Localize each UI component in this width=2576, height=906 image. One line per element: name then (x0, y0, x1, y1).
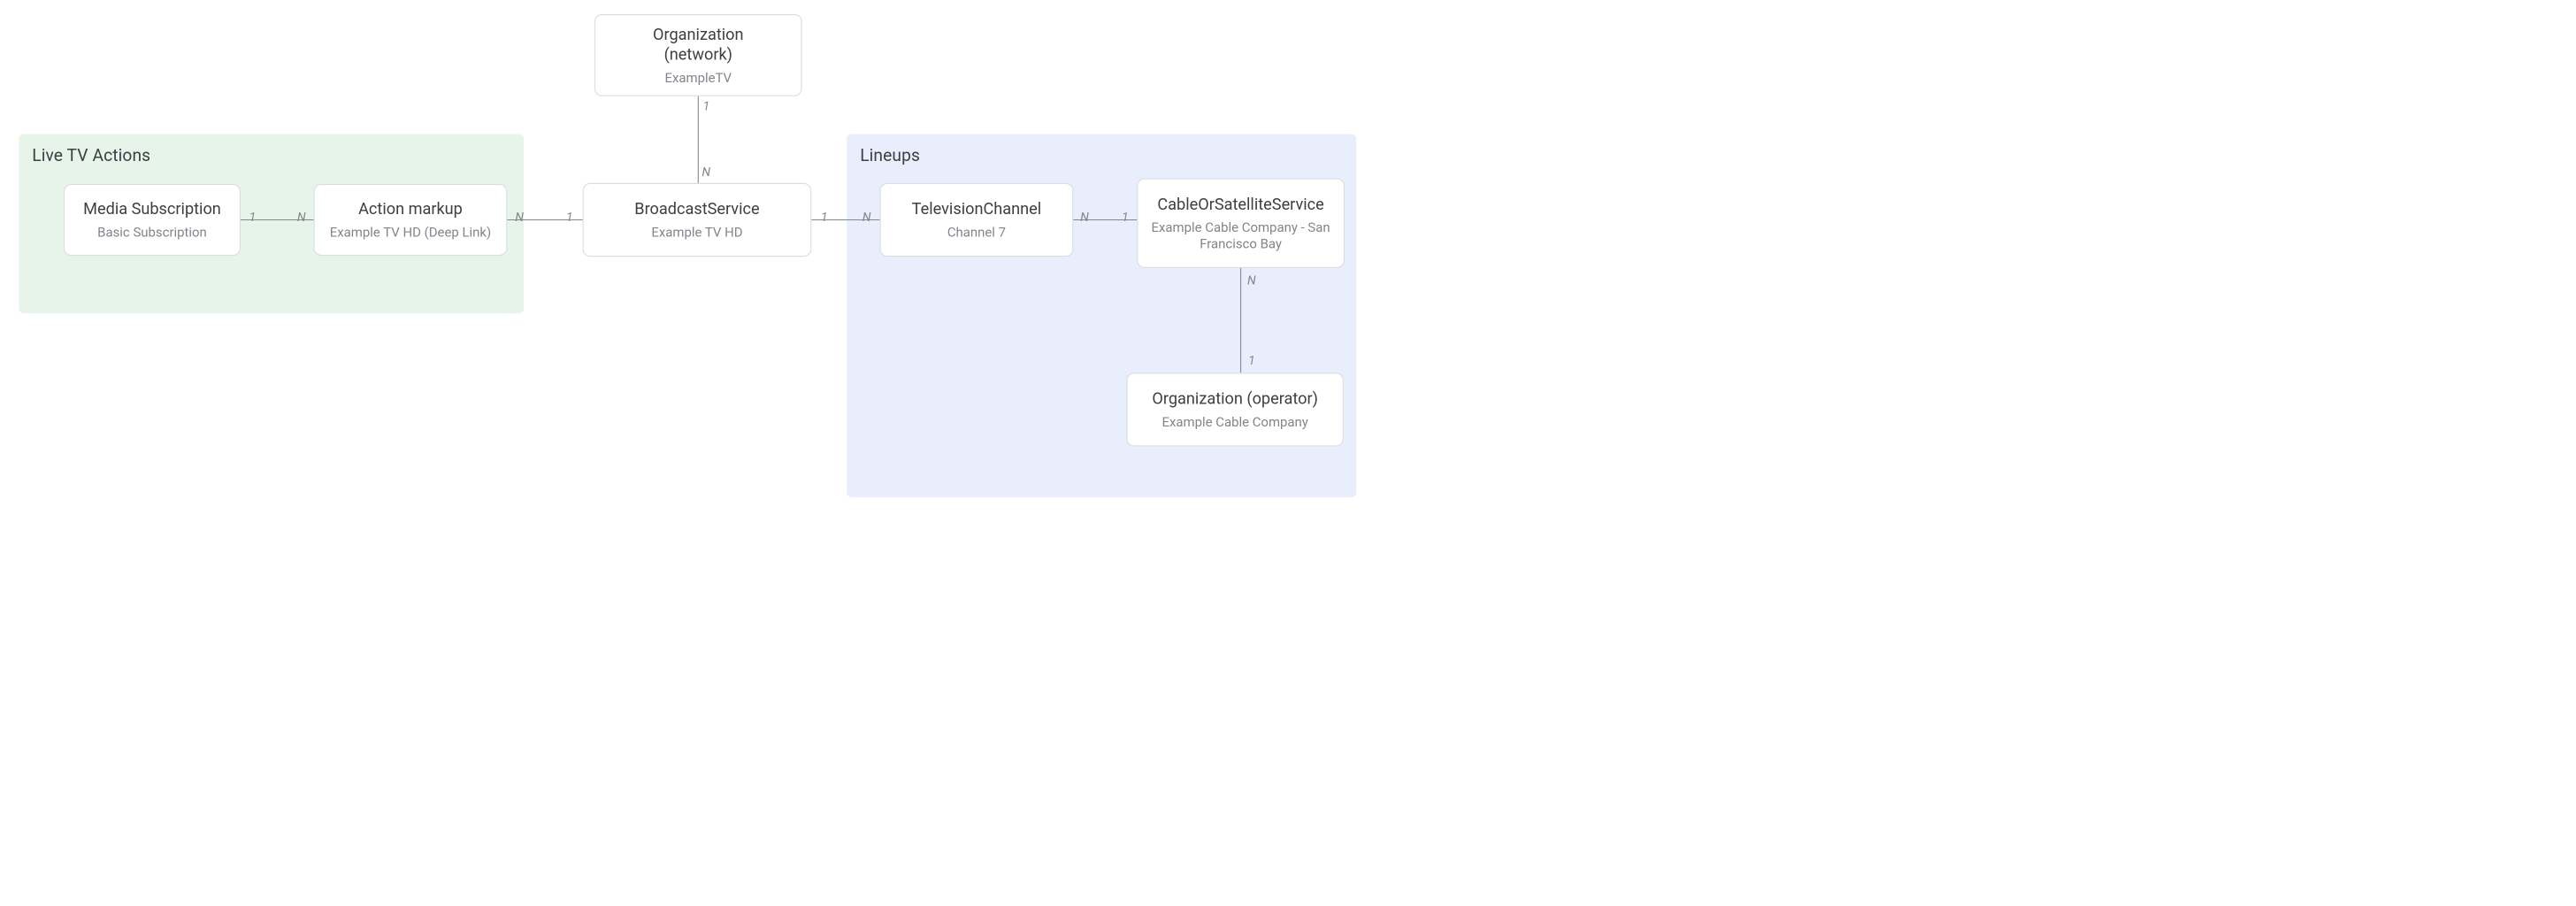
node-organization-network: Organization(network) ExampleTV (594, 14, 802, 96)
node-television-channel: TelevisionChannel Channel 7 (880, 183, 1074, 257)
node-orgop-title: Organization (operator) (1152, 389, 1318, 410)
card-cable-orgop-b: 1 (1248, 354, 1255, 368)
card-tv-cable-a: N (1080, 211, 1089, 225)
node-action-markup: Action markup Example TV HD (Deep Link) (314, 184, 508, 256)
node-broadcast-title: BroadcastService (634, 199, 759, 219)
diagram-canvas: Live TV Actions Lineups 1 N 1 N N 1 1 N … (0, 0, 1374, 483)
node-action-sub: Example TV HD (Deep Link) (330, 224, 491, 241)
card-cable-orgop-a: N (1247, 273, 1256, 288)
card-action-broadcast-a: N (515, 211, 524, 225)
card-org-broadcast-b: N (702, 165, 711, 180)
group-live-title: Live TV Actions (32, 145, 510, 165)
node-org-network-title: Organization(network) (653, 25, 743, 65)
node-media-sub-sub: Basic Subscription (97, 224, 207, 241)
node-tvchannel-title: TelevisionChannel (912, 199, 1041, 219)
node-org-network-sub: ExampleTV (664, 69, 732, 86)
node-cable-title: CableOrSatelliteService (1157, 195, 1323, 215)
node-media-sub-title: Media Subscription (83, 199, 221, 219)
card-tv-cable-b: 1 (1122, 211, 1129, 225)
node-orgop-sub: Example Cable Company (1162, 414, 1307, 431)
node-broadcast-service: BroadcastService Example TV HD (583, 183, 812, 257)
card-org-broadcast-a: 1 (703, 99, 710, 113)
card-broadcast-tv-a: 1 (821, 211, 828, 225)
node-media-subscription: Media Subscription Basic Subscription (64, 184, 241, 256)
node-broadcast-sub: Example TV HD (651, 224, 742, 241)
node-cable-or-satellite-service: CableOrSatelliteService Example Cable Co… (1137, 179, 1345, 268)
card-media-action-a: 1 (249, 211, 257, 225)
group-lineups-title: Lineups (860, 145, 1343, 165)
card-broadcast-tv-b: N (862, 211, 871, 225)
node-organization-operator: Organization (operator) Example Cable Co… (1127, 372, 1344, 446)
node-action-title: Action markup (358, 199, 463, 219)
card-action-broadcast-b: 1 (566, 211, 573, 225)
card-media-action-b: N (297, 211, 306, 225)
node-tvchannel-sub: Channel 7 (947, 224, 1006, 241)
node-cable-sub: Example Cable Company - San Francisco Ba… (1149, 219, 1332, 252)
